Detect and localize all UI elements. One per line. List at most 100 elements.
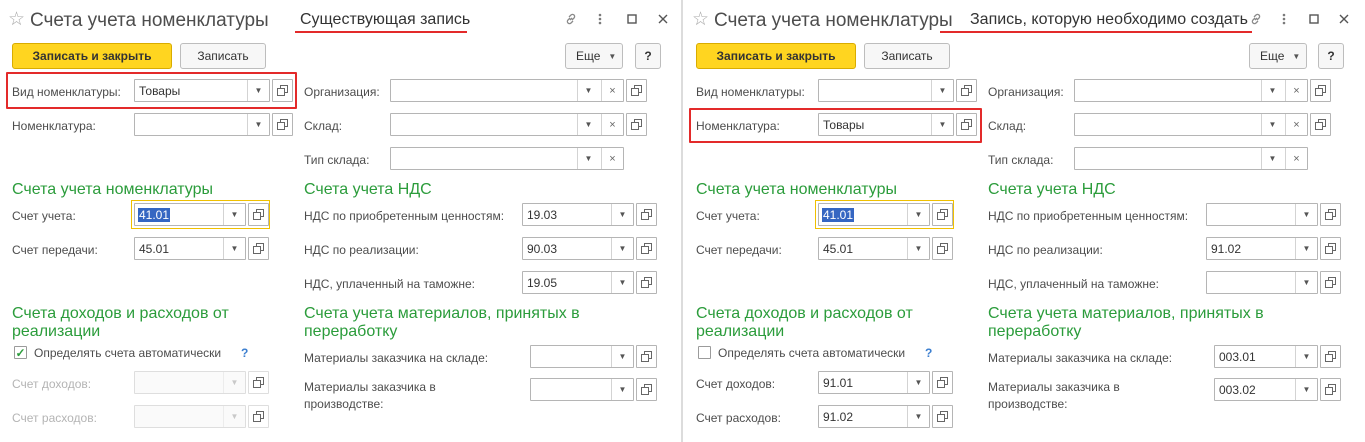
open-form-icon[interactable] [1320,378,1341,401]
open-form-icon[interactable] [636,378,657,401]
chevron-down-icon[interactable]: ▼ [1295,238,1317,259]
field-value: 19.05 [527,276,558,290]
field-value: 90.03 [527,242,558,256]
tip-field[interactable]: ▼ × [1074,147,1308,170]
chevron-down-icon[interactable]: ▼ [1295,272,1317,293]
maximize-icon[interactable] [1307,12,1321,29]
open-form-icon[interactable] [636,345,657,368]
nds-tam-field[interactable]: 19.05 ▼ [522,271,634,294]
star-icon[interactable]: ☆ [692,10,709,30]
sklad-field[interactable]: ▼ × [390,113,624,136]
chevron-down-icon[interactable]: ▼ [577,148,599,169]
mat-pr1-label: Материалы заказчика в [988,380,1120,394]
sch-per-field[interactable]: 45.01 ▼ [818,237,930,260]
more-menu-button[interactable]: Еще ▼ [565,43,623,69]
clear-icon[interactable]: × [601,80,623,101]
mat-sklad-field[interactable]: 003.01 ▼ [1214,345,1318,368]
open-form-icon[interactable] [248,237,269,260]
help-hint-icon[interactable]: ? [925,346,932,361]
nom-field[interactable]: ▼ [134,113,270,136]
chevron-down-icon[interactable]: ▼ [1261,80,1283,101]
close-icon[interactable] [1337,12,1351,29]
close-icon[interactable] [656,12,670,29]
star-icon[interactable]: ☆ [8,10,25,30]
chevron-down-icon[interactable]: ▼ [223,238,245,259]
open-form-icon[interactable] [1320,345,1341,368]
nds-tam-label: НДС, уплаченный на таможне: [988,277,1159,291]
link-icon[interactable] [564,12,578,29]
open-form-icon[interactable] [932,405,953,428]
more-vert-icon[interactable] [593,12,607,29]
sklad-field[interactable]: ▼ × [1074,113,1308,136]
chevron-down-icon[interactable]: ▼ [577,114,599,135]
chevron-down-icon[interactable]: ▼ [247,114,269,135]
nds-real-field[interactable]: 91.02 ▼ [1206,237,1318,260]
save-button[interactable]: Записать [864,43,950,69]
auto-accounts-label[interactable]: Определять счета автоматически [34,346,221,361]
open-form-icon[interactable] [1320,203,1341,226]
open-form-icon[interactable] [626,113,647,136]
clear-icon[interactable]: × [601,148,623,169]
open-form-icon[interactable] [932,237,953,260]
clear-icon[interactable]: × [1285,114,1307,135]
mat-pr1-field[interactable]: 003.02 ▼ [1214,378,1318,401]
open-form-icon[interactable] [636,203,657,226]
rashod-label: Счет расходов: [696,411,781,425]
chevron-down-icon[interactable]: ▼ [1295,204,1317,225]
chevron-down-icon[interactable]: ▼ [1261,148,1283,169]
help-hint-icon[interactable]: ? [241,346,248,361]
chevron-down-icon[interactable]: ▼ [611,238,633,259]
auto-accounts-label[interactable]: Определять счета автоматически [718,346,905,361]
auto-accounts-checkbox[interactable]: ✓ [14,346,27,359]
mat-pr1-field[interactable]: ▼ [530,378,634,401]
chevron-down-icon[interactable]: ▼ [611,379,633,400]
annotation-note: Существующая запись [300,11,471,28]
auto-accounts-checkbox[interactable] [698,346,711,359]
open-form-icon[interactable] [636,271,657,294]
clear-icon[interactable]: × [1285,148,1307,169]
clear-icon[interactable]: × [1285,80,1307,101]
nds-tam-field[interactable]: ▼ [1206,271,1318,294]
more-menu-button[interactable]: Еще ▼ [1249,43,1307,69]
org-field[interactable]: ▼ × [1074,79,1308,102]
open-form-icon[interactable] [1310,79,1331,102]
sch-per-field[interactable]: 45.01 ▼ [134,237,246,260]
nds-real-field[interactable]: 90.03 ▼ [522,237,634,260]
open-form-icon[interactable] [956,79,977,102]
open-form-icon[interactable] [626,79,647,102]
open-form-icon[interactable] [1310,113,1331,136]
save-and-close-button[interactable]: Записать и закрыть [696,43,856,69]
chevron-down-icon[interactable]: ▼ [1295,346,1317,367]
chevron-down-icon[interactable]: ▼ [611,204,633,225]
chevron-down-icon[interactable]: ▼ [611,346,633,367]
help-button[interactable]: ? [635,43,661,69]
chevron-down-icon[interactable]: ▼ [931,80,953,101]
clear-icon[interactable]: × [601,114,623,135]
nds-priob-field[interactable]: 19.03 ▼ [522,203,634,226]
chevron-down-icon[interactable]: ▼ [1261,114,1283,135]
chevron-down-icon[interactable]: ▼ [577,80,599,101]
open-form-icon[interactable] [636,237,657,260]
save-button[interactable]: Записать [180,43,266,69]
mat-sklad-field[interactable]: ▼ [530,345,634,368]
maximize-icon[interactable] [625,12,639,29]
chevron-down-icon[interactable]: ▼ [1295,379,1317,400]
open-form-icon[interactable] [1320,237,1341,260]
open-form-icon[interactable] [272,113,293,136]
chevron-down-icon[interactable]: ▼ [611,272,633,293]
org-field[interactable]: ▼ × [390,79,624,102]
tip-field[interactable]: ▼ × [390,147,624,170]
chevron-down-icon[interactable]: ▼ [907,406,929,427]
dohod-field[interactable]: 91.01 ▼ [818,371,930,394]
rashod-field[interactable]: 91.02 ▼ [818,405,930,428]
open-form-icon[interactable] [932,371,953,394]
save-and-close-button[interactable]: Записать и закрыть [12,43,172,69]
vid-field[interactable]: ▼ [818,79,954,102]
link-icon[interactable] [1249,12,1263,29]
nds-priob-field[interactable]: ▼ [1206,203,1318,226]
help-button[interactable]: ? [1318,43,1344,69]
more-vert-icon[interactable] [1277,12,1291,29]
chevron-down-icon[interactable]: ▼ [907,238,929,259]
chevron-down-icon[interactable]: ▼ [907,372,929,393]
open-form-icon[interactable] [1320,271,1341,294]
